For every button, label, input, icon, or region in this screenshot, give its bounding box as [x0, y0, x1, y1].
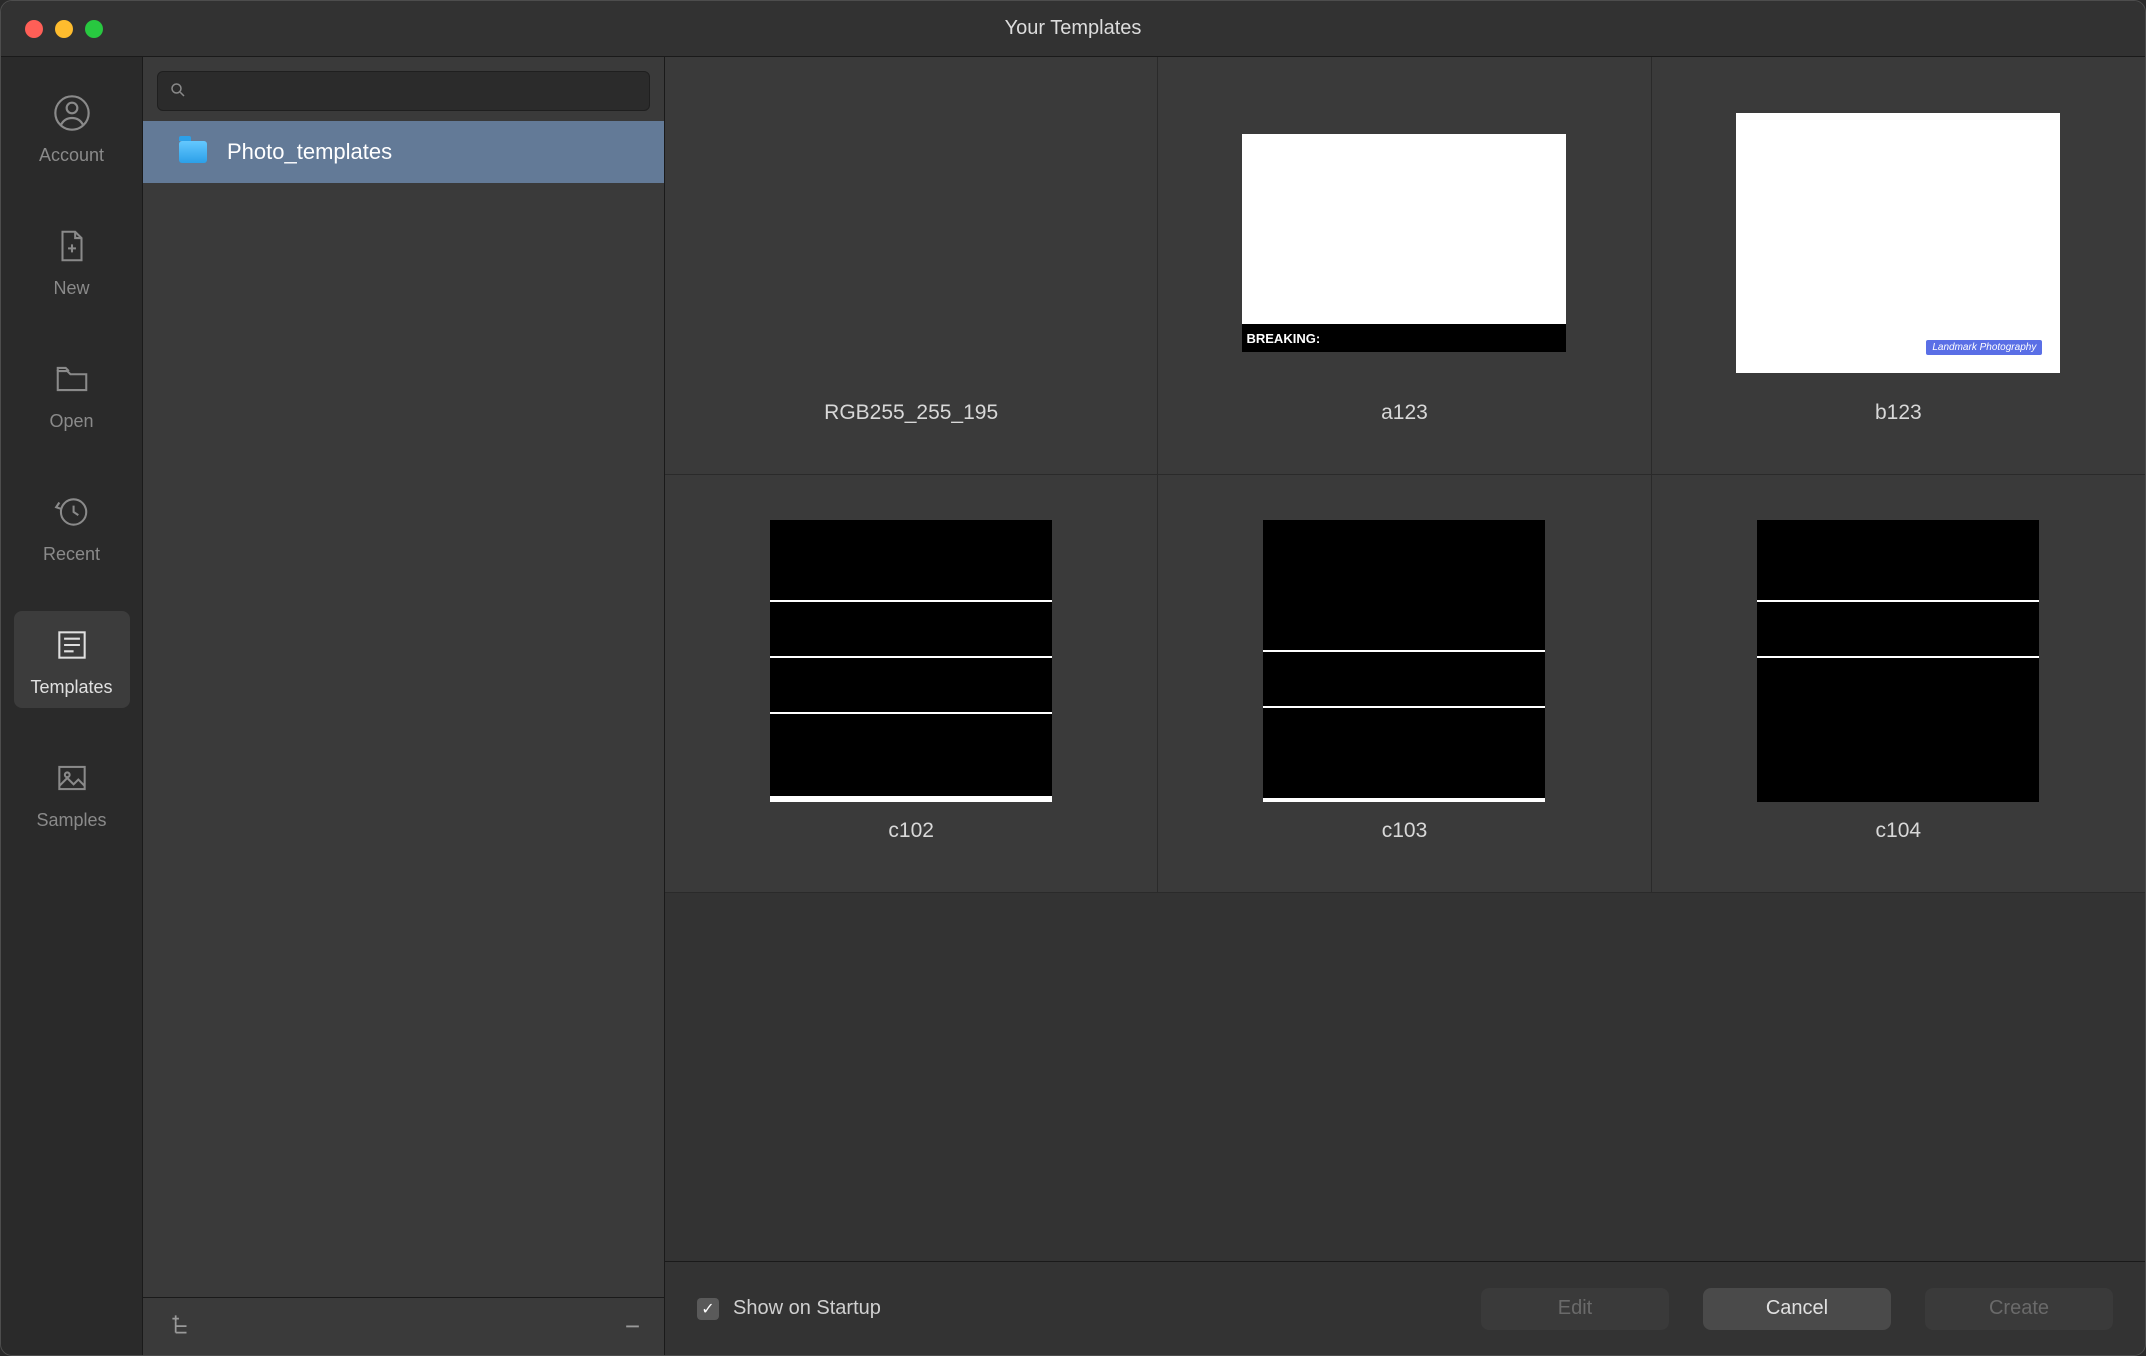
template-name: a123 [1381, 401, 1428, 425]
template-name: RGB255_255_195 [824, 401, 998, 425]
window-title: Your Templates [1, 17, 2145, 40]
sidebar-item-open[interactable]: Open [14, 345, 130, 442]
close-window-button[interactable] [25, 20, 43, 38]
folder-icon [179, 141, 207, 163]
remove-folder-button[interactable]: − [625, 1311, 640, 1342]
folder-name: Photo_templates [227, 139, 392, 165]
window-controls [1, 20, 103, 38]
sidebar-item-new[interactable]: New [14, 212, 130, 309]
template-thumbnail: Landmark Photography [1736, 113, 2060, 373]
templates-grid: RGB255_255_195 BREAKING: a123 Landmar [665, 57, 2145, 1261]
show-on-startup-checkbox[interactable]: ✓ [697, 1298, 719, 1320]
create-button[interactable]: Create [1925, 1288, 2113, 1330]
template-item[interactable]: Landmark Photography b123 [1652, 57, 2145, 475]
badge-label: Landmark Photography [1926, 340, 2042, 355]
new-document-icon [50, 224, 94, 268]
templates-area: RGB255_255_195 BREAKING: a123 Landmar [665, 57, 2145, 1355]
template-name: c104 [1876, 819, 1922, 843]
folder-item-photo-templates[interactable]: Photo_templates [143, 121, 664, 183]
template-item[interactable]: RGB255_255_195 [665, 57, 1158, 475]
sidebar-item-label: Templates [30, 677, 112, 698]
template-thumbnail [749, 531, 1073, 791]
template-name: b123 [1875, 401, 1922, 425]
sidebar-item-recent[interactable]: Recent [14, 478, 130, 575]
templates-icon [50, 623, 94, 667]
template-item[interactable]: BREAKING: a123 [1158, 57, 1651, 475]
account-icon [50, 91, 94, 135]
sidebar-item-templates[interactable]: Templates [14, 611, 130, 708]
templates-window: Your Templates Account New Open [0, 0, 2146, 1356]
sidebar: Account New Open Recent [1, 57, 143, 1355]
folder-panel-footer: − [143, 1297, 664, 1355]
template-item[interactable]: c103 [1158, 475, 1651, 893]
recent-icon [50, 490, 94, 534]
template-thumbnail [749, 113, 1073, 373]
sidebar-item-label: Samples [36, 810, 106, 831]
show-on-startup-label: Show on Startup [733, 1297, 881, 1320]
maximize-window-button[interactable] [85, 20, 103, 38]
cancel-button[interactable]: Cancel [1703, 1288, 1891, 1330]
breaking-label: BREAKING: [1242, 324, 1566, 352]
titlebar: Your Templates [1, 1, 2145, 57]
template-thumbnail [1736, 531, 2060, 791]
folder-search-input[interactable] [157, 71, 650, 111]
sidebar-item-samples[interactable]: Samples [14, 744, 130, 841]
folder-open-icon [50, 357, 94, 401]
minimize-window-button[interactable] [55, 20, 73, 38]
add-folder-button[interactable] [167, 1311, 193, 1343]
folder-panel: Photo_templates − [143, 57, 665, 1355]
template-thumbnail: BREAKING: [1242, 113, 1566, 373]
template-item[interactable]: c104 [1652, 475, 2145, 893]
sidebar-item-label: Open [49, 411, 93, 432]
sidebar-item-label: Recent [43, 544, 100, 565]
template-name: c102 [888, 819, 934, 843]
template-item[interactable]: c102 [665, 475, 1158, 893]
grid-empty-area [665, 893, 2145, 1261]
template-name: c103 [1382, 819, 1428, 843]
sidebar-item-label: New [53, 278, 89, 299]
sidebar-item-label: Account [39, 145, 104, 166]
sidebar-item-account[interactable]: Account [14, 79, 130, 176]
edit-button[interactable]: Edit [1481, 1288, 1669, 1330]
search-icon [169, 81, 187, 99]
samples-icon [50, 756, 94, 800]
bottom-bar: ✓ Show on Startup Edit Cancel Create [665, 1261, 2145, 1355]
template-thumbnail [1242, 531, 1566, 791]
